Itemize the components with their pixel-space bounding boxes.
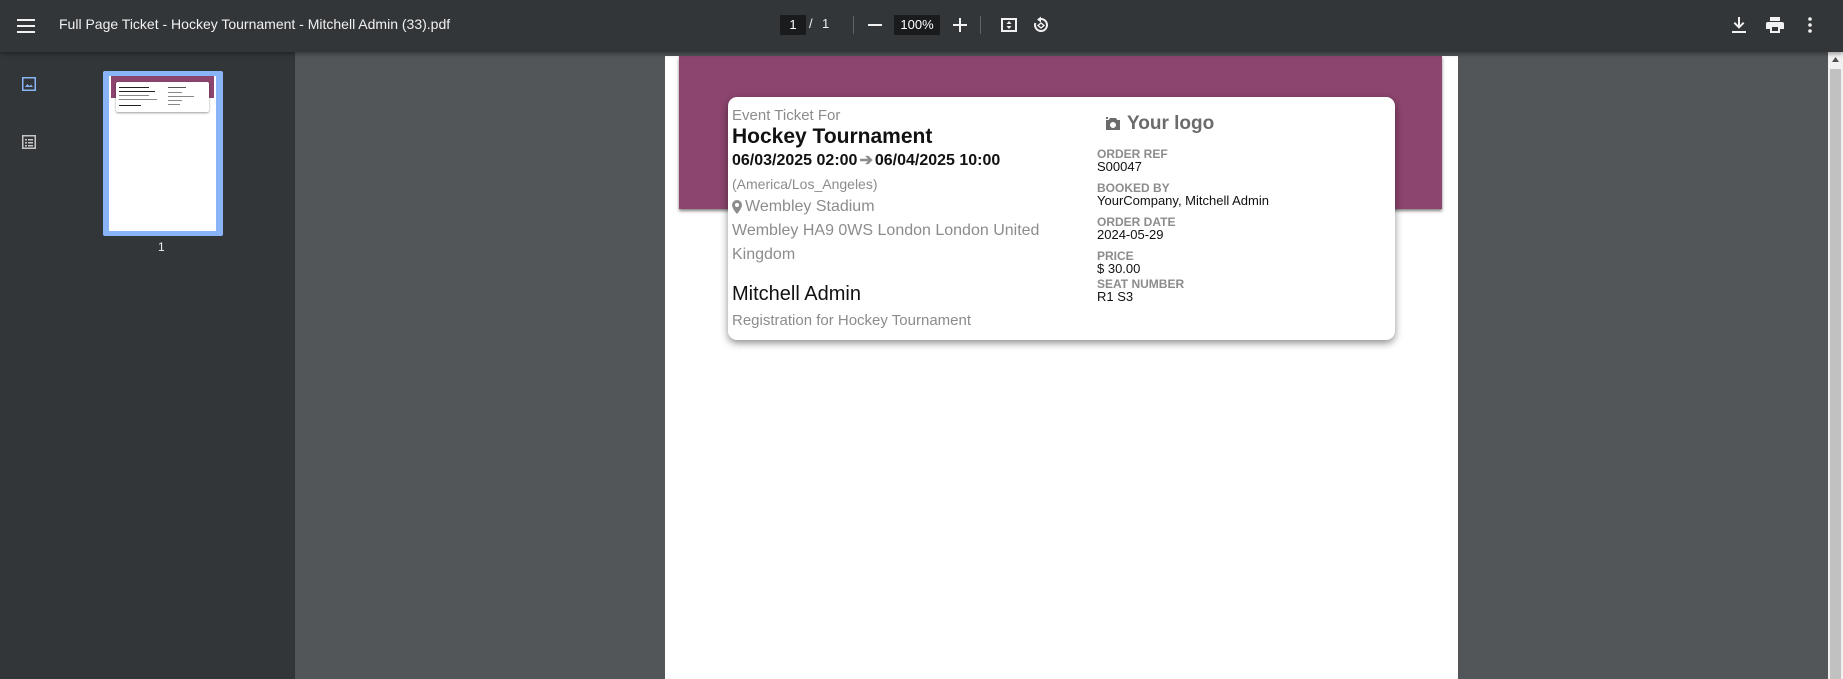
thumbnail-page-preview — [109, 76, 216, 231]
download-icon — [1732, 17, 1746, 33]
price-value: $ 30.00 — [1097, 261, 1141, 276]
fit-page-button[interactable] — [998, 14, 1020, 36]
event-start-date: 06/03/2025 02:00 — [732, 152, 858, 169]
scroll-up-button[interactable] — [1828, 52, 1843, 67]
thumbnail-page-number: 1 — [158, 240, 165, 254]
zoom-input[interactable] — [894, 15, 940, 35]
rotate-button[interactable] — [1030, 14, 1052, 36]
thumbnail-card — [116, 82, 209, 112]
ticket-order-info: Your logo ORDER REF S00047 BOOKED BY You… — [1097, 112, 1387, 312]
print-icon — [1766, 17, 1784, 33]
outline-view-button[interactable] — [18, 131, 40, 153]
pdf-toolbar: Full Page Ticket - Hockey Tournament - M… — [0, 0, 1843, 52]
attendee-name: Mitchell Admin — [732, 283, 861, 305]
camera-icon — [1106, 117, 1120, 130]
plus-icon — [953, 18, 967, 32]
booked-by-value: YourCompany, Mitchell Admin — [1097, 193, 1269, 208]
fit-page-icon — [1001, 18, 1017, 32]
pdf-page: Event Ticket For Hockey Tournament 06/03… — [665, 56, 1458, 679]
minus-icon — [868, 24, 882, 26]
arrow-right-icon: ➔ — [859, 152, 873, 169]
thumbnail-line — [119, 105, 141, 106]
page-total: 1 — [822, 16, 830, 31]
page-thumbnail[interactable] — [103, 71, 223, 236]
seat-number-label: SEAT NUMBER — [1097, 277, 1185, 291]
event-dates: 06/03/2025 02:00 ➔ 06/04/2025 10:00 — [732, 149, 1092, 173]
thumbnail-line — [119, 95, 149, 96]
print-button[interactable] — [1763, 14, 1787, 36]
price-label: PRICE — [1097, 249, 1134, 263]
map-marker-icon — [732, 200, 742, 214]
menu-button[interactable] — [12, 12, 40, 40]
event-ticket-for-label: Event Ticket For — [732, 107, 841, 124]
thumbnail-line — [168, 100, 182, 101]
page-number-input[interactable] — [780, 15, 806, 35]
thumbnails-icon — [22, 77, 36, 91]
venue-address: Wembley HA9 0WS London London United Kin… — [732, 222, 1040, 263]
zoom-in-button[interactable] — [950, 15, 970, 35]
menu-icon — [17, 19, 35, 33]
event-name: Hockey Tournament — [732, 125, 933, 148]
zoom-out-button[interactable] — [865, 15, 885, 35]
logo-text: Your logo — [1127, 113, 1215, 134]
rotate-icon — [1034, 16, 1049, 32]
more-options-button[interactable] — [1800, 14, 1820, 36]
caret-up-icon — [1832, 57, 1839, 62]
vertical-scrollbar[interactable] — [1828, 52, 1843, 679]
seat-number-value: R1 S3 — [1097, 289, 1134, 304]
more-vertical-icon — [1808, 17, 1812, 33]
registration-label: Registration for Hockey Tournament — [732, 312, 972, 329]
thumbnail-line — [119, 91, 155, 92]
thumbnail-sidebar: 1 — [0, 52, 295, 679]
thumbnail-line — [168, 87, 186, 88]
thumbnail-line — [168, 96, 194, 97]
thumbnail-line — [168, 92, 182, 93]
order-ref-value: S00047 — [1097, 159, 1142, 174]
order-date-value: 2024-05-29 — [1097, 227, 1164, 242]
toolbar-divider — [980, 16, 981, 34]
toolbar-divider — [853, 16, 854, 34]
company-logo: Your logo — [1105, 112, 1387, 136]
thumbnail-line — [168, 104, 180, 105]
event-venue: Wembley Stadium — [732, 195, 1092, 219]
venue-name: Wembley Stadium — [745, 198, 875, 215]
outline-icon — [22, 135, 36, 149]
ticket-event-info: Event Ticket For Hockey Tournament 06/03… — [732, 106, 1092, 332]
thumbnail-line — [119, 87, 149, 88]
ticket-card: Event Ticket For Hockey Tournament 06/03… — [728, 97, 1395, 340]
thumbnail-line — [119, 99, 157, 100]
page-separator: / — [809, 16, 813, 31]
download-button[interactable] — [1728, 14, 1750, 36]
document-title: Full Page Ticket - Hockey Tournament - M… — [59, 16, 451, 32]
event-end-date: 06/04/2025 10:00 — [874, 152, 1001, 169]
order-fields: ORDER REF S00047 BOOKED BY YourCompany, … — [1097, 148, 1387, 304]
event-timezone: (America/Los_Angeles) — [732, 176, 878, 192]
scrollbar-thumb[interactable] — [1830, 69, 1841, 679]
thumbnails-view-button[interactable] — [18, 73, 40, 95]
